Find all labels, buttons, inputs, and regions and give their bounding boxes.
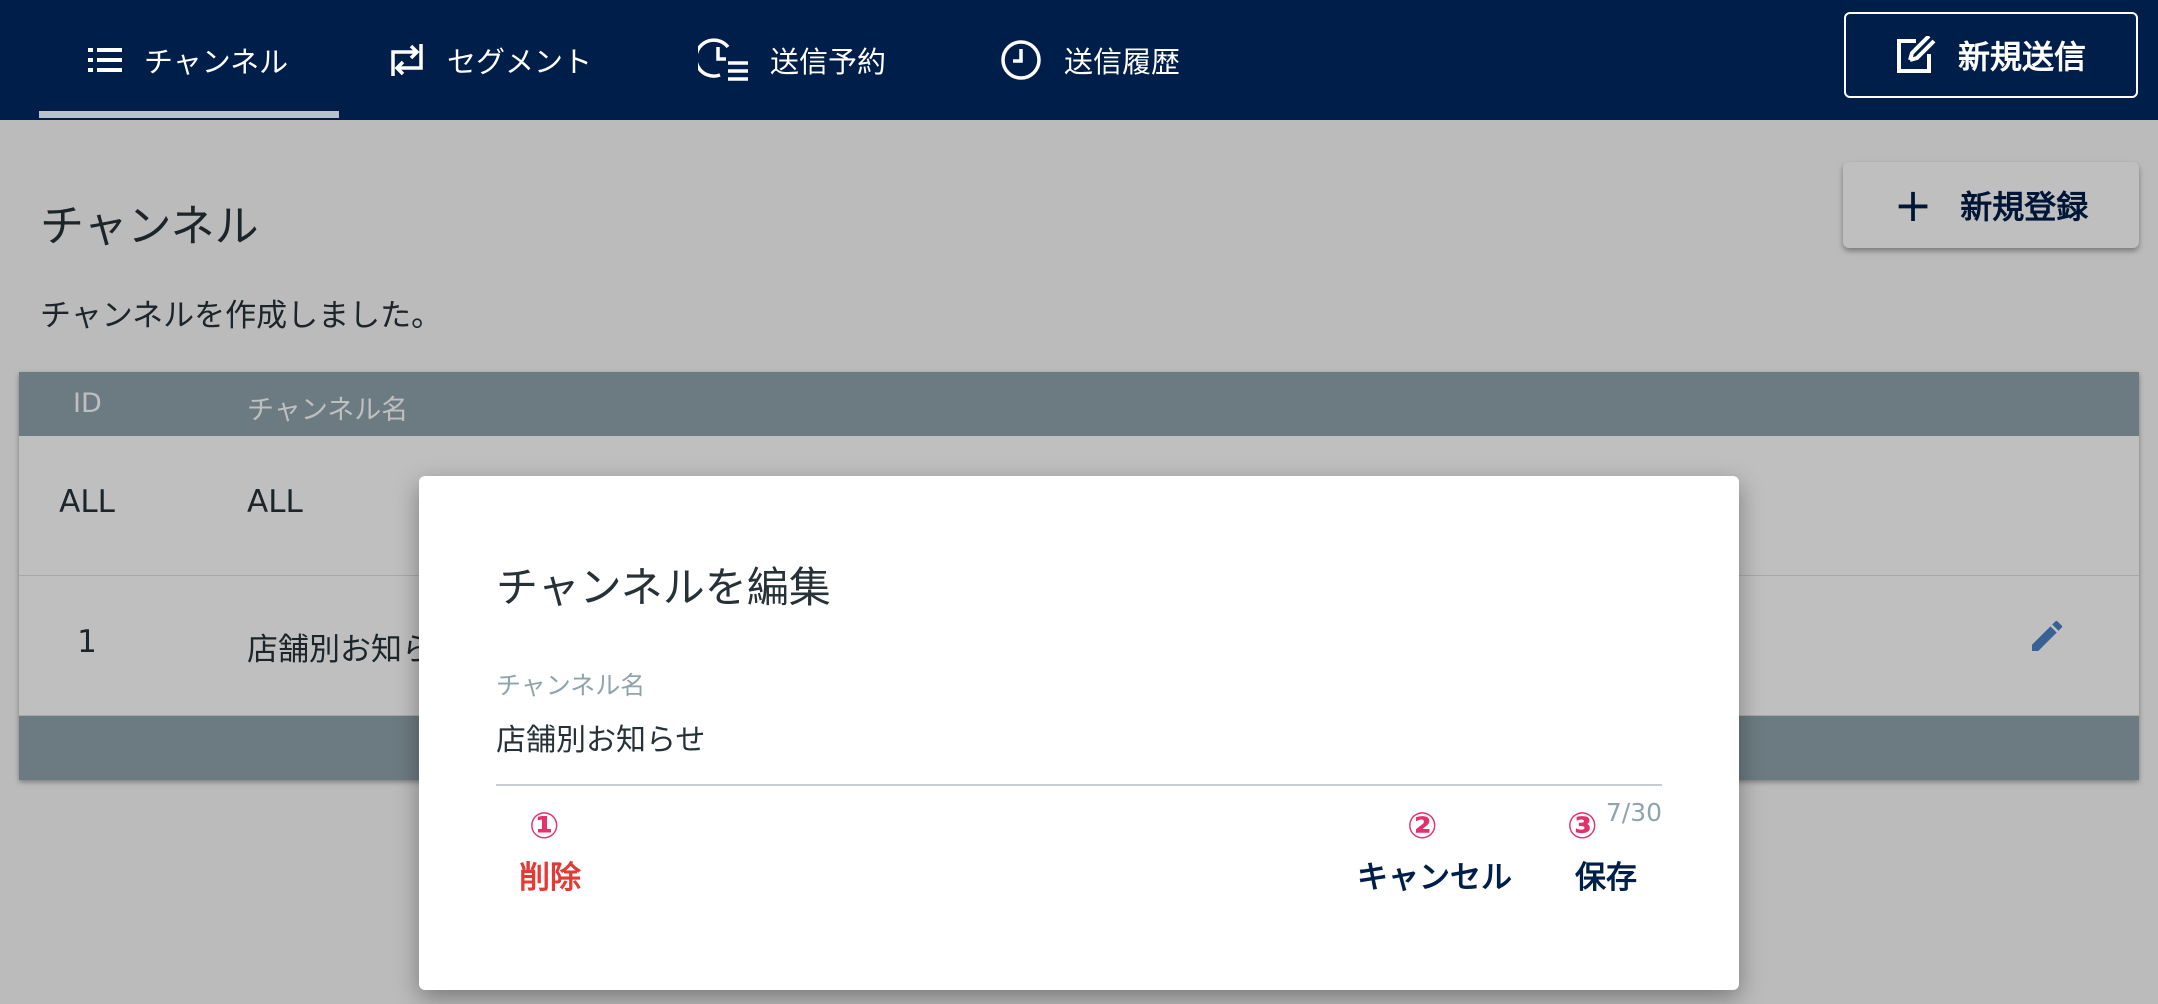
tab-scheduled[interactable]: 送信予約	[698, 0, 886, 120]
channel-name-label: チャンネル名	[496, 671, 646, 700]
tab-label: セグメント	[447, 45, 593, 79]
tab-label: チャンネル	[144, 45, 289, 79]
input-underline	[496, 784, 1662, 786]
list-icon	[88, 47, 122, 73]
top-nav: チャンネル セグメント 送信予約 送信履歴 新規送信	[0, 0, 2158, 120]
new-send-label: 新規送信	[1957, 38, 2086, 76]
annotation-marker-1: ①	[529, 806, 560, 847]
cancel-button[interactable]: キャンセル	[1357, 852, 1512, 897]
clock-icon	[1000, 39, 1042, 81]
annotation-marker-2: ②	[1407, 806, 1438, 847]
edit-square-icon	[1896, 36, 1936, 74]
dialog-title: チャンネルを編集	[496, 563, 831, 612]
save-button[interactable]: 保存	[1575, 852, 1637, 897]
swap-arrows-icon	[389, 42, 425, 78]
delete-button[interactable]: 削除	[519, 852, 581, 897]
tab-label: 送信履歴	[1064, 45, 1181, 79]
clock-list-icon	[698, 37, 748, 83]
channel-name-input[interactable]	[496, 716, 1662, 758]
annotation-marker-3: ③	[1567, 806, 1598, 847]
edit-channel-dialog: チャンネルを編集 チャンネル名 7/30 ① ② ③ 削除 キャンセル 保存	[419, 476, 1739, 990]
tab-label: 送信予約	[770, 45, 887, 79]
new-send-button[interactable]: 新規送信	[1844, 12, 2138, 98]
active-tab-indicator	[39, 111, 339, 118]
tab-segment[interactable]: セグメント	[389, 0, 592, 120]
tab-channel[interactable]: チャンネル	[88, 0, 288, 120]
tab-history[interactable]: 送信履歴	[1000, 0, 1180, 120]
